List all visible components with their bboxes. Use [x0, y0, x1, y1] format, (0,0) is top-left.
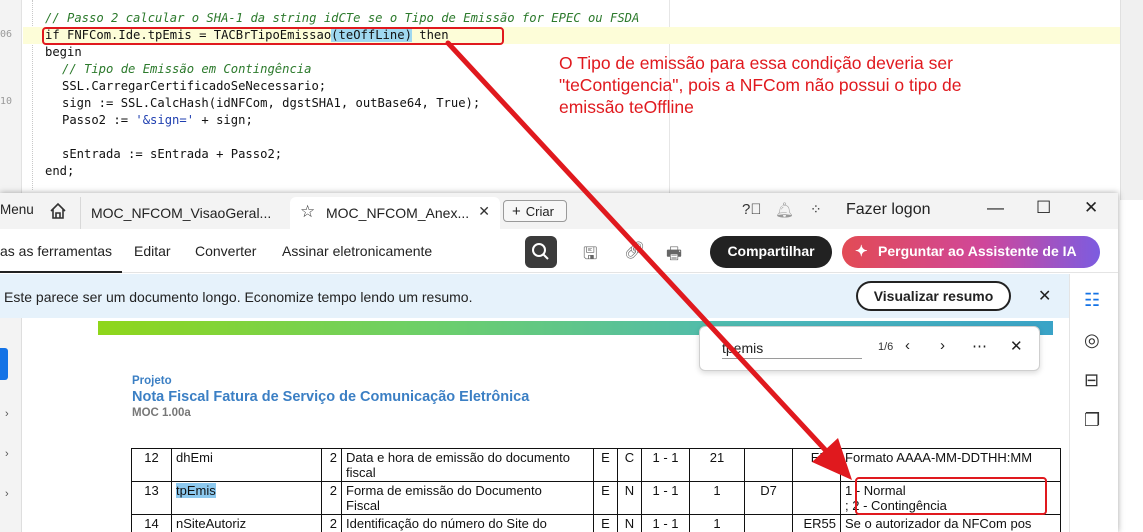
table-row: 14 nSiteAutoriz 2 Identificação do númer…	[131, 514, 1061, 532]
comment-icon[interactable]: ◎	[1084, 330, 1100, 351]
left-panel-rail: › › ›	[0, 318, 22, 532]
bell-icon[interactable]: 🔔︎	[775, 201, 794, 219]
tab-bar: Menu MOC_NFCOM_VisaoGeral... ☆ MOC_NFCOM…	[0, 193, 1118, 229]
find-panel: 1/6 ‹ › ⋯ ✕	[699, 326, 1040, 371]
annotation-text: O Tipo de emissão para essa condição dev…	[559, 53, 962, 117]
ai-sparkle-icon: ✦	[855, 243, 868, 260]
more-options-icon[interactable]: ⋯	[972, 337, 987, 355]
pages-icon[interactable]: ❐	[1084, 410, 1100, 431]
code-line-comment: // Tipo de Emissão em Contingência	[62, 62, 312, 76]
search-icon	[532, 243, 549, 260]
panel-marker-icon[interactable]: ›	[5, 448, 9, 460]
print-icon[interactable]: 🖶	[666, 241, 682, 270]
menu-sign[interactable]: Assinar eletronicamente	[282, 243, 432, 259]
panel-marker-icon[interactable]: ›	[5, 408, 9, 420]
line-number-gutter: 06 10	[0, 0, 22, 200]
document-version: MOC 1.00a	[132, 407, 191, 419]
next-result-icon[interactable]: ›	[940, 337, 945, 354]
code-line: sEntrada := sEntrada + Passo2;	[62, 147, 283, 161]
active-panel-marker[interactable]	[0, 348, 8, 380]
code-line: Passo2 := '&sign=' + sign;	[62, 113, 253, 127]
view-summary-button[interactable]: Visualizar resumo	[856, 281, 1011, 311]
active-menu-underline	[0, 271, 122, 273]
find-count: 1/6	[878, 341, 894, 353]
search-match-highlight: tpEmis	[176, 483, 216, 498]
bookmark-icon[interactable]: ⊟	[1084, 370, 1099, 391]
sign-in-button[interactable]: Fazer logon	[846, 201, 931, 219]
line-number: 06	[0, 29, 13, 40]
apps-grid-icon[interactable]: ⁘	[810, 201, 822, 218]
tab-label: MOC_NFCOM_Anex...	[326, 205, 470, 221]
close-banner-icon[interactable]: ✕	[1038, 286, 1051, 306]
find-input[interactable]	[722, 337, 862, 359]
code-line: begin	[45, 45, 82, 59]
close-find-icon[interactable]: ✕	[1010, 337, 1023, 355]
maximize-icon[interactable]: ☐	[1036, 198, 1051, 218]
save-icon[interactable]: 🖫	[583, 241, 597, 270]
close-window-icon[interactable]: ✕	[1084, 198, 1098, 218]
annotation-box-code	[42, 27, 504, 45]
code-editor[interactable]: 06 10 // Passo 2 calcular o SHA-1 da str…	[0, 0, 1143, 200]
code-line: SSL.CarregarCertificadoSeNecessario;	[62, 79, 327, 93]
share-button[interactable]: Compartilhar	[710, 236, 832, 268]
menu-button[interactable]: Menu	[0, 202, 34, 217]
ai-assistant-button[interactable]: ✦ Perguntar ao Assistente de IA	[842, 236, 1100, 268]
minimize-icon[interactable]: —	[987, 198, 1004, 218]
link-icon[interactable]: 🔗︎	[624, 241, 646, 261]
previous-result-icon[interactable]: ‹	[905, 337, 910, 354]
menu-edit[interactable]: Editar	[134, 243, 171, 259]
tab-label: MOC_NFCOM_VisaoGeral...	[91, 205, 272, 221]
code-line: sign := SSL.CalcHash(idNFCom, dgstSHA1, …	[62, 96, 481, 110]
search-button[interactable]	[525, 236, 557, 268]
tab-anexo[interactable]: ☆ MOC_NFCOM_Anex... ✕	[290, 197, 500, 229]
tab-visao-geral[interactable]: MOC_NFCOM_VisaoGeral...	[80, 197, 290, 229]
editor-scrollbar[interactable]	[1120, 0, 1143, 200]
code-line-comment: // Passo 2 calcular o SHA-1 da string id…	[45, 11, 640, 25]
ai-summary-icon[interactable]: ☷	[1084, 290, 1100, 311]
summary-banner: Este parece ser um documento longo. Econ…	[0, 274, 1069, 318]
menu-all-tools[interactable]: as as ferramentas	[0, 243, 112, 259]
close-tab-icon[interactable]: ✕	[478, 203, 490, 220]
code-line: end;	[45, 164, 75, 178]
line-number: 10	[0, 96, 13, 107]
document-title: Nota Fiscal Fatura de Serviço de Comunic…	[132, 389, 530, 405]
screenshot-root: 06 10 // Passo 2 calcular o SHA-1 da str…	[0, 0, 1143, 532]
home-icon[interactable]	[47, 200, 69, 222]
star-icon[interactable]: ☆	[300, 202, 315, 222]
help-icon[interactable]: ?⃝	[742, 201, 762, 218]
annotation-box-table	[855, 477, 1047, 515]
menu-convert[interactable]: Converter	[195, 243, 256, 259]
project-label: Projeto	[132, 375, 172, 387]
main-toolbar: as as ferramentas Editar Converter Assin…	[0, 229, 1118, 273]
right-tool-rail: ☷ ◎ ⊟ ❐	[1069, 274, 1118, 532]
banner-text: Este parece ser um documento longo. Econ…	[4, 289, 473, 305]
new-tab-button[interactable]: + Criar	[503, 200, 567, 222]
panel-marker-icon[interactable]: ›	[5, 488, 9, 500]
plus-icon: +	[512, 203, 521, 220]
